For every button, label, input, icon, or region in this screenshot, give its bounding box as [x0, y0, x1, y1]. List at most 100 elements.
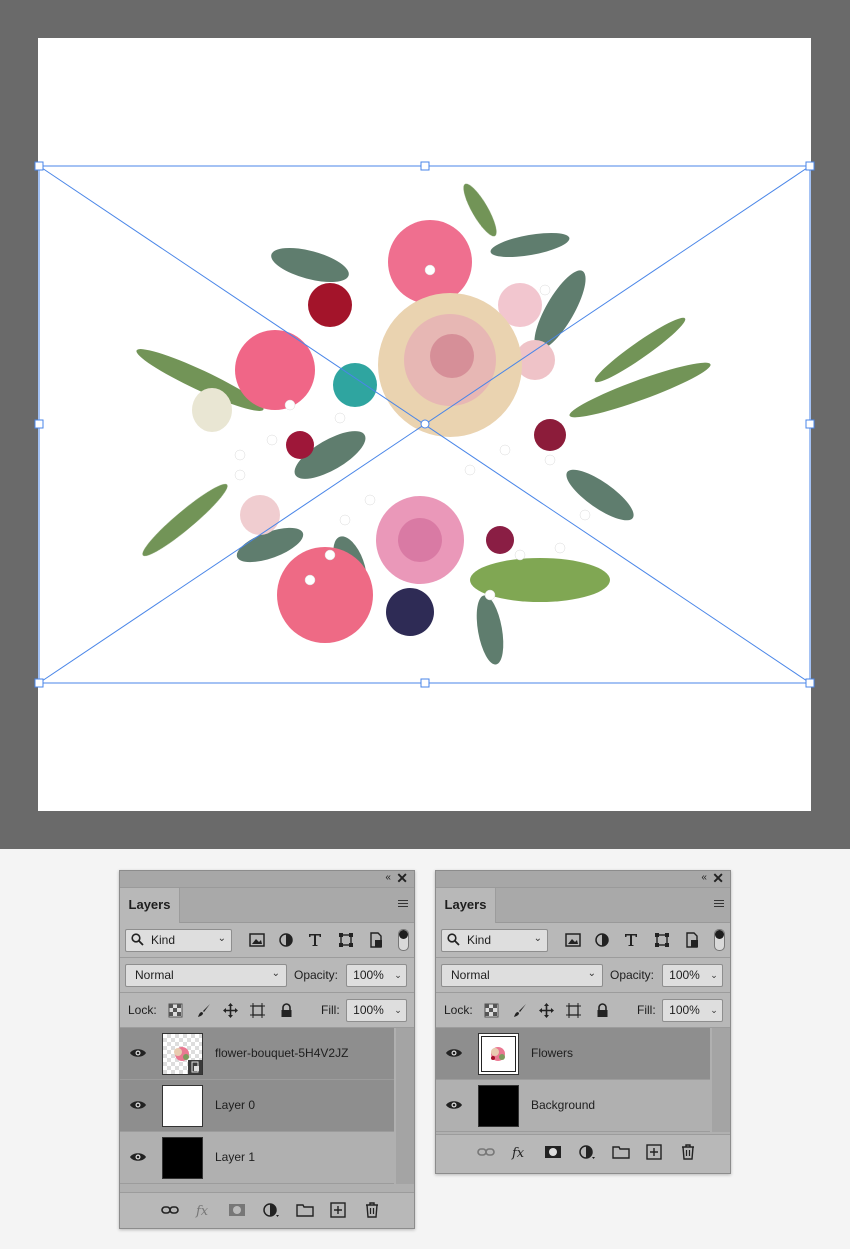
lock-artboard-icon[interactable]: [566, 1003, 581, 1018]
layers-list: Flowers Background: [436, 1028, 730, 1134]
filter-row: Kind ⌄: [436, 923, 730, 957]
fx-layer-style-icon[interactable]: fx: [195, 1202, 213, 1218]
chevron-down-icon: ⌄: [271, 968, 280, 979]
filter-row: Kind ⌄: [120, 923, 414, 957]
panel-menu-icon[interactable]: [714, 900, 724, 908]
fill-input[interactable]: 100%: [346, 999, 391, 1022]
filter-kind-select[interactable]: Kind ⌄: [125, 929, 232, 952]
fill-input[interactable]: 100%: [662, 999, 707, 1022]
layers-bottom-bar: fx: [120, 1192, 414, 1227]
new-layer-icon[interactable]: [329, 1202, 347, 1218]
lock-label: Lock:: [128, 1003, 157, 1017]
visibility-eye-icon[interactable]: [130, 1151, 146, 1163]
filter-kind-select[interactable]: Kind ⌄: [441, 929, 548, 952]
smart-object-filter-icon[interactable]: [368, 932, 384, 948]
layer-name[interactable]: Background: [531, 1098, 595, 1112]
layer-row[interactable]: Layer 0: [120, 1080, 394, 1132]
layer-thumbnail-flowers: [478, 1033, 519, 1075]
type-filter-icon[interactable]: [623, 932, 639, 948]
adjustment-filter-icon[interactable]: [594, 932, 610, 948]
opacity-label: Opacity:: [294, 968, 339, 982]
blend-row: Normal ⌄ Opacity: 100% ⌄: [120, 958, 414, 992]
fill-label: Fill:: [321, 1003, 340, 1017]
tab-layers[interactable]: Layers: [436, 888, 496, 923]
opacity-dropdown-button[interactable]: ⌄: [706, 964, 723, 987]
filter-toggle[interactable]: [398, 929, 409, 951]
layer-name[interactable]: Layer 0: [215, 1098, 255, 1112]
layers-scrollbar[interactable]: [396, 1028, 414, 1184]
visibility-eye-icon[interactable]: [446, 1099, 462, 1111]
bouquet-layer[interactable]: [0, 0, 850, 849]
lock-artboard-icon[interactable]: [250, 1003, 265, 1018]
layer-thumbnail-white: [162, 1085, 203, 1127]
layer-thumbnail-black: [478, 1085, 519, 1127]
pixel-filter-icon[interactable]: [249, 932, 265, 948]
panel-header: ‹‹ ✕: [436, 870, 730, 888]
visibility-eye-icon[interactable]: [446, 1047, 462, 1059]
tab-row: Layers: [120, 888, 414, 923]
filter-kind-label: Kind: [151, 933, 176, 947]
new-adjustment-layer-icon[interactable]: [578, 1144, 596, 1160]
blend-mode-value: Normal: [451, 968, 490, 982]
delete-layer-trash-icon[interactable]: [363, 1202, 381, 1218]
layer-name[interactable]: flower-bouquet-5H4V2JZ: [215, 1046, 348, 1060]
blend-mode-select[interactable]: Normal ⌄: [125, 964, 287, 987]
smart-object-filter-icon[interactable]: [684, 932, 700, 948]
lock-image-pixels-icon[interactable]: [197, 1003, 212, 1018]
add-mask-icon[interactable]: [228, 1202, 246, 1218]
new-group-folder-icon[interactable]: [296, 1202, 314, 1218]
search-icon: [447, 933, 460, 946]
delete-layer-trash-icon[interactable]: [679, 1144, 697, 1160]
opacity-input[interactable]: 100%: [662, 964, 707, 987]
lock-position-icon[interactable]: [539, 1003, 554, 1018]
lock-label: Lock:: [444, 1003, 473, 1017]
search-icon: [131, 933, 144, 946]
new-adjustment-layer-icon[interactable]: [262, 1202, 280, 1218]
adjustment-filter-icon[interactable]: [278, 932, 294, 948]
blend-mode-value: Normal: [135, 968, 174, 982]
lock-all-icon[interactable]: [595, 1003, 610, 1018]
filter-toggle[interactable]: [714, 929, 725, 951]
fill-dropdown-button[interactable]: ⌄: [706, 999, 723, 1022]
add-mask-icon[interactable]: [544, 1144, 562, 1160]
panel-menu-icon[interactable]: [398, 900, 408, 908]
chevron-down-icon: ⌄: [587, 968, 596, 979]
layers-panel-right: ‹‹ ✕ Layers Kind ⌄ Normal ⌄ Opacity: 100…: [435, 870, 731, 1174]
fx-layer-style-icon[interactable]: fx: [511, 1144, 529, 1160]
opacity-input[interactable]: 100%: [346, 964, 391, 987]
layer-name[interactable]: Flowers: [531, 1046, 573, 1060]
lock-image-pixels-icon[interactable]: [513, 1003, 528, 1018]
new-group-folder-icon[interactable]: [612, 1144, 630, 1160]
lock-row: Lock: Fill: 100% ⌄: [436, 993, 730, 1027]
lock-transparent-pixels-icon[interactable]: [484, 1003, 499, 1018]
collapse-panel-icon[interactable]: ‹‹: [701, 872, 707, 883]
visibility-eye-icon[interactable]: [130, 1047, 146, 1059]
lock-position-icon[interactable]: [223, 1003, 238, 1018]
type-filter-icon[interactable]: [307, 932, 323, 948]
layers-scrollbar[interactable]: [712, 1028, 730, 1132]
visibility-eye-icon[interactable]: [130, 1099, 146, 1111]
shape-filter-icon[interactable]: [654, 932, 670, 948]
tab-layers[interactable]: Layers: [120, 888, 180, 923]
close-panel-icon[interactable]: ✕: [396, 870, 408, 887]
layer-row[interactable]: Layer 1: [120, 1132, 394, 1184]
collapse-panel-icon[interactable]: ‹‹: [385, 872, 391, 883]
opacity-label: Opacity:: [610, 968, 655, 982]
lock-all-icon[interactable]: [279, 1003, 294, 1018]
pixel-filter-icon[interactable]: [565, 932, 581, 948]
link-layers-icon[interactable]: [161, 1202, 179, 1218]
fill-dropdown-button[interactable]: ⌄: [390, 999, 407, 1022]
svg-text:fx: fx: [195, 1204, 209, 1218]
layer-row[interactable]: Background: [436, 1080, 710, 1132]
layer-row[interactable]: flower-bouquet-5H4V2JZ: [120, 1028, 394, 1080]
lock-transparent-pixels-icon[interactable]: [168, 1003, 183, 1018]
opacity-dropdown-button[interactable]: ⌄: [390, 964, 407, 987]
blend-mode-select[interactable]: Normal ⌄: [441, 964, 603, 987]
layer-thumbnail-black: [162, 1137, 203, 1179]
new-layer-icon[interactable]: [645, 1144, 663, 1160]
link-layers-icon[interactable]: [477, 1144, 495, 1160]
layer-row[interactable]: Flowers: [436, 1028, 710, 1080]
layer-name[interactable]: Layer 1: [215, 1150, 255, 1164]
close-panel-icon[interactable]: ✕: [712, 870, 724, 887]
shape-filter-icon[interactable]: [338, 932, 354, 948]
